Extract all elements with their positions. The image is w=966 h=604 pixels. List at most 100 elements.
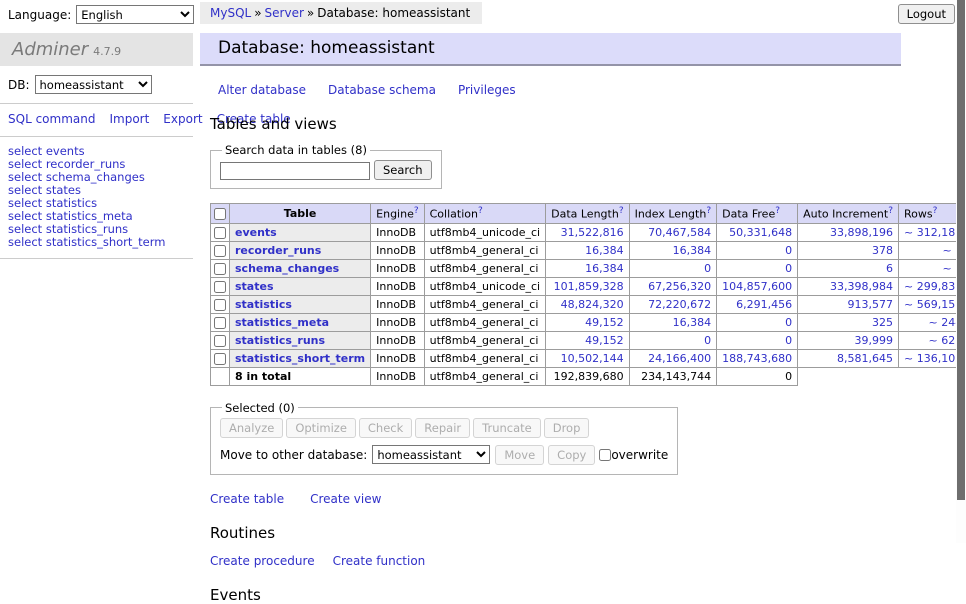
copy-button[interactable]: Copy <box>548 445 595 465</box>
auto-increment-cell: 33,398,984 <box>798 277 899 295</box>
engine-cell: InnoDB <box>371 241 424 259</box>
search-input[interactable] <box>220 162 370 180</box>
table-row: statistics_meta InnoDB utf8mb4_general_c… <box>211 313 966 331</box>
row-checkbox[interactable] <box>214 281 226 293</box>
collation-cell: utf8mb4_general_ci <box>424 295 545 313</box>
selected-buttons-row: AnalyzeOptimizeCheckRepairTruncateDrop <box>220 418 668 438</box>
collation-cell: utf8mb4_unicode_ci <box>424 277 545 295</box>
data-length-cell: 31,522,816 <box>546 223 629 241</box>
collation-cell: utf8mb4_unicode_ci <box>424 223 545 241</box>
analyze-button[interactable]: Analyze <box>220 418 283 438</box>
help-link[interactable]: ? <box>478 206 483 216</box>
select-all-checkbox[interactable] <box>214 208 226 220</box>
table-link[interactable]: states <box>235 280 274 293</box>
db-select[interactable]: homeassistant <box>35 75 152 94</box>
drop-button[interactable]: Drop <box>544 418 590 438</box>
sidebar-link-sql-command[interactable]: SQL command <box>8 112 95 126</box>
collation-cell: utf8mb4_general_ci <box>424 313 545 331</box>
table-link[interactable]: events <box>235 226 277 239</box>
auto-increment-cell: 39,999 <box>798 331 899 349</box>
sidebar-link-import[interactable]: Import <box>109 112 149 126</box>
engine-cell: InnoDB <box>371 295 424 313</box>
engine-cell: InnoDB <box>371 277 424 295</box>
overwrite-checkbox[interactable] <box>599 449 611 461</box>
table-link[interactable]: recorder_runs <box>235 244 321 257</box>
column-header-engine: Engine? <box>371 204 424 224</box>
row-checkbox[interactable] <box>214 353 226 365</box>
language-select[interactable]: English <box>76 5 194 24</box>
data-free-cell: 0 <box>717 313 798 331</box>
sidebar-link-export[interactable]: Export <box>163 112 202 126</box>
move-database-select[interactable]: homeassistant <box>372 445 490 464</box>
create-table-link[interactable]: Create table <box>210 492 284 506</box>
app-name[interactable]: Adminer <box>12 39 88 60</box>
collation-cell: utf8mb4_general_ci <box>424 349 545 367</box>
auto-increment-cell: 33,898,196 <box>798 223 899 241</box>
language-control: Language:English <box>8 5 194 24</box>
help-link[interactable]: ? <box>888 206 893 216</box>
move-button[interactable]: Move <box>495 445 544 465</box>
row-checkbox[interactable] <box>214 335 226 347</box>
row-checkbox[interactable] <box>214 299 226 311</box>
row-checkbox[interactable] <box>214 317 226 329</box>
truncate-button[interactable]: Truncate <box>473 418 541 438</box>
table-link[interactable]: statistics <box>235 298 292 311</box>
scrollbar-track[interactable] <box>956 0 966 543</box>
create-function-link[interactable]: Create function <box>333 554 426 568</box>
sidebar-command-links: SQL commandImportExportCreate table <box>8 112 163 127</box>
column-header-label: Data Length <box>551 208 619 221</box>
data-length-total: 192,839,680 <box>546 367 629 385</box>
privileges-link[interactable]: Privileges <box>458 83 516 97</box>
database-schema-link[interactable]: Database schema <box>328 83 436 97</box>
data-free-cell: 188,743,680 <box>717 349 798 367</box>
help-link[interactable]: ? <box>619 206 624 216</box>
logout-button[interactable]: Logout <box>898 4 955 24</box>
table-link[interactable]: statistics_runs <box>235 334 325 347</box>
breadcrumb-link-server[interactable]: Server <box>265 6 304 20</box>
page-title: Database: homeassistant <box>200 33 901 66</box>
breadcrumb-link-mysql[interactable]: MySQL <box>210 6 251 20</box>
table-link[interactable]: statistics_meta <box>235 316 329 329</box>
table-row: schema_changes InnoDB utf8mb4_general_ci… <box>211 259 966 277</box>
collation-cell: utf8mb4_general_ci <box>424 241 545 259</box>
collation-cell: utf8mb4_general_ci <box>424 367 545 385</box>
help-link[interactable]: ? <box>775 206 780 216</box>
events-heading: Events <box>210 586 912 604</box>
data-length-cell: 48,824,320 <box>546 295 629 313</box>
alter-database-link[interactable]: Alter database <box>218 83 306 97</box>
index-length-cell: 0 <box>629 259 717 277</box>
breadcrumb-separator: » <box>254 6 261 20</box>
auto-increment-cell: 6 <box>798 259 899 277</box>
optimize-button[interactable]: Optimize <box>286 418 356 438</box>
sidebar: DB:homeassistant SQL commandImportExport… <box>0 75 193 267</box>
select-all-cell <box>211 204 230 224</box>
row-checkbox[interactable] <box>214 263 226 275</box>
search-button[interactable]: Search <box>374 160 432 180</box>
sidebar-select-statistics-short-term[interactable]: select statistics_short_term <box>8 236 193 249</box>
data-length-cell: 10,502,144 <box>546 349 629 367</box>
create-view-link[interactable]: Create view <box>310 492 381 506</box>
row-checkbox[interactable] <box>214 245 226 257</box>
table-row: statistics_short_term InnoDB utf8mb4_gen… <box>211 349 966 367</box>
create-procedure-link[interactable]: Create procedure <box>210 554 315 568</box>
help-link[interactable]: ? <box>933 206 938 216</box>
routines-heading: Routines <box>210 524 912 542</box>
column-header-label: Auto Increment <box>803 208 888 221</box>
search-fieldset: Search data in tables (8) Search <box>210 143 442 189</box>
data-length-cell: 49,152 <box>546 331 629 349</box>
help-link[interactable]: ? <box>706 206 711 216</box>
scrollbar-thumb[interactable] <box>957 0 965 500</box>
repair-button[interactable]: Repair <box>415 418 470 438</box>
search-legend: Search data in tables (8) <box>222 143 370 157</box>
sidebar-divider <box>0 258 193 259</box>
data-free-cell: 6,291,456 <box>717 295 798 313</box>
table-link[interactable]: schema_changes <box>235 262 339 275</box>
tables-list: Table Engine? Collation? Data Length? In… <box>210 203 966 386</box>
table-link[interactable]: statistics_short_term <box>235 352 365 365</box>
index-length-cell: 70,467,584 <box>629 223 717 241</box>
help-link[interactable]: ? <box>414 206 419 216</box>
index-length-cell: 16,384 <box>629 313 717 331</box>
collation-cell: utf8mb4_general_ci <box>424 331 545 349</box>
row-checkbox[interactable] <box>214 227 226 239</box>
check-button[interactable]: Check <box>359 418 412 438</box>
